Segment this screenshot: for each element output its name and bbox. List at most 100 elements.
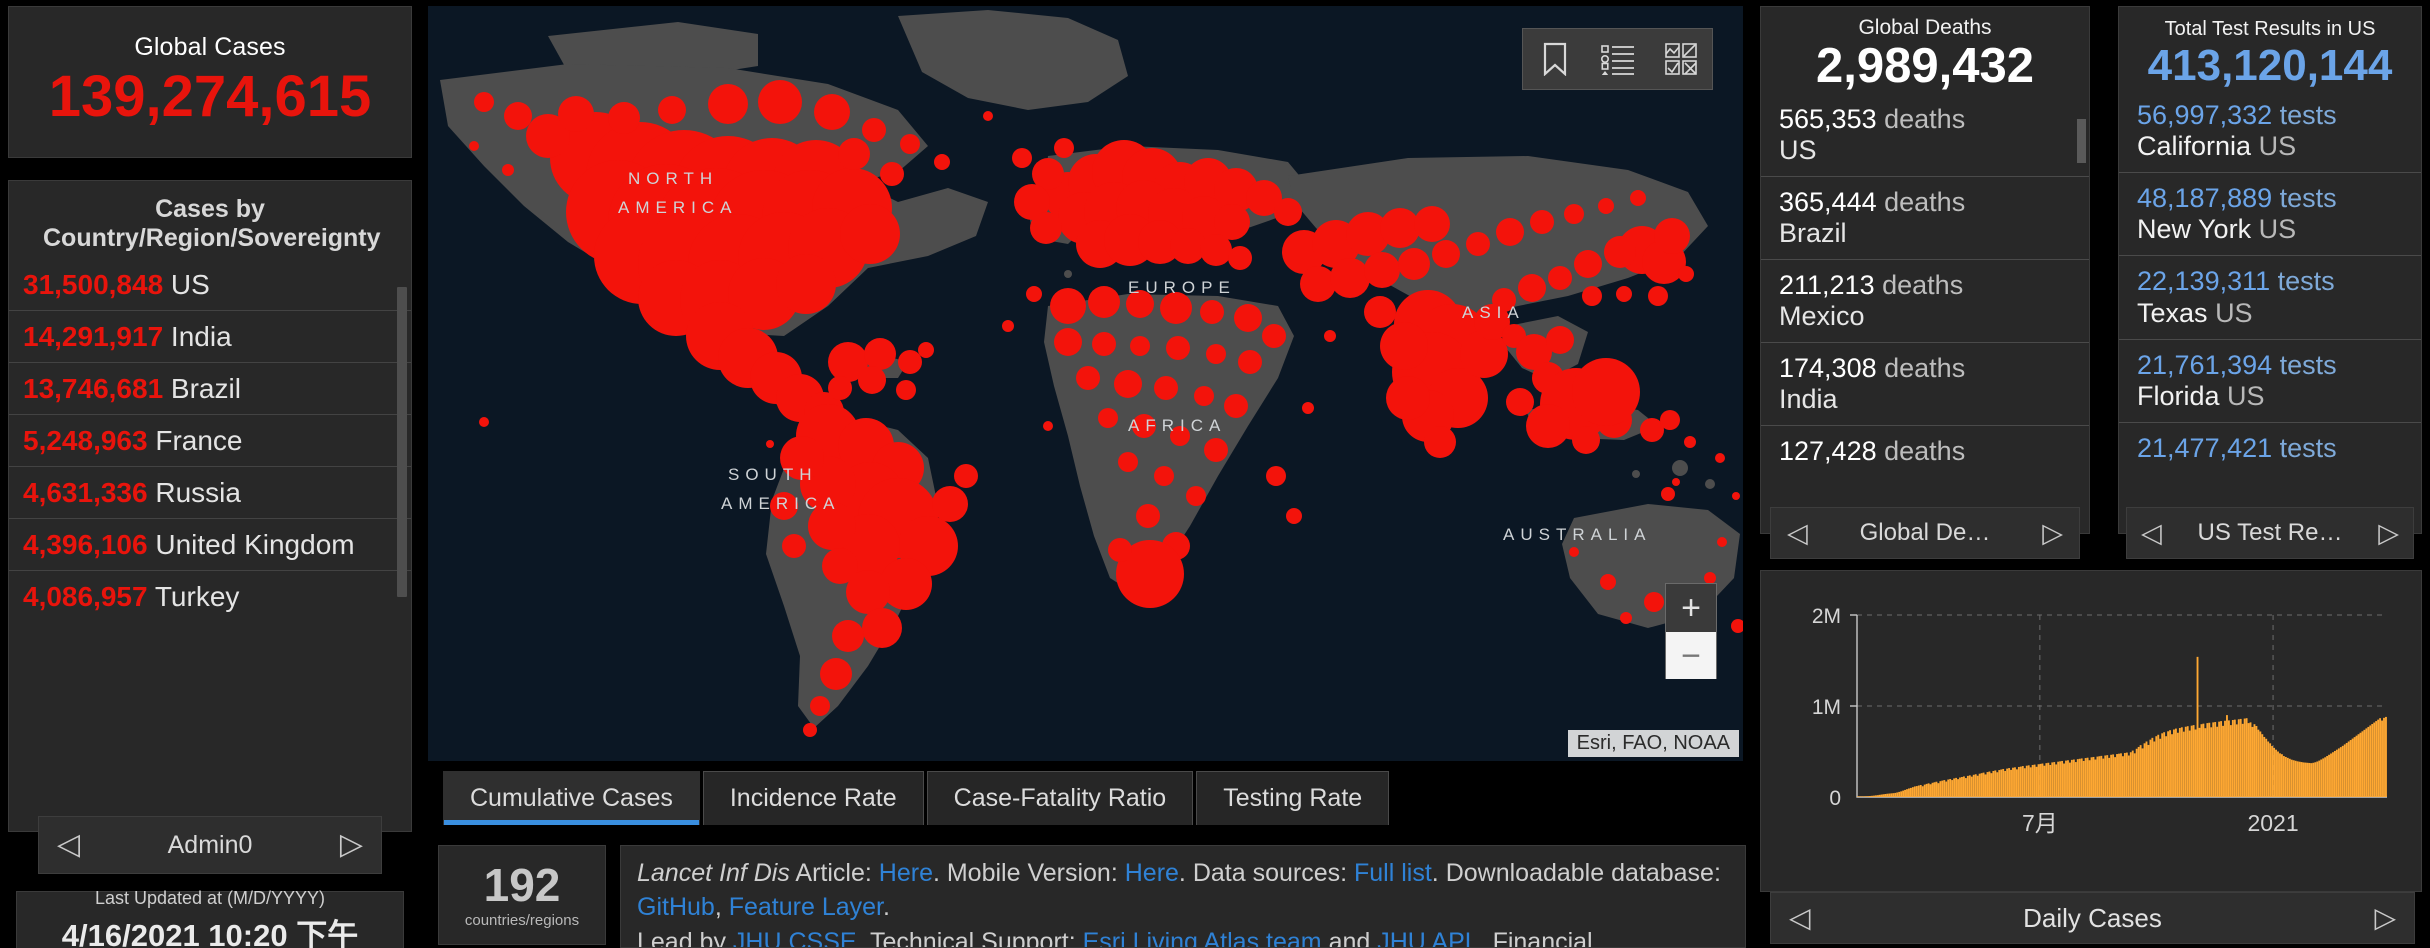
tests-list-item[interactable]: 21,761,394 tests Florida US (2119, 338, 2421, 422)
map-canvas[interactable]: NORTH AMERICA SOUTH AMERICA EUROPE AFRICA ASIA… (428, 6, 1743, 761)
global-cases-value: 139,274,615 (48, 64, 372, 130)
country-name: India (163, 320, 232, 352)
country-list-item[interactable]: 4,631,336 Russia (9, 465, 411, 518)
tab-case-fatality-ratio[interactable]: Case-Fatality Ratio (926, 771, 1194, 825)
deaths-value-line: 565,353 deaths (1779, 103, 1966, 134)
us-tests-card: Total Test Results in US 413,120,144 56,… (2118, 6, 2422, 534)
link-here-mobile[interactable]: Here (1125, 859, 1179, 887)
last-updated-value: 4/16/2021 10:20 下午 (61, 917, 359, 948)
chevron-left-icon[interactable]: ◁ (1789, 904, 1811, 932)
tests-value-line: 48,187,889 tests (2137, 183, 2337, 214)
deaths-list-item[interactable]: 174,308 deaths India (1761, 342, 2089, 425)
deaths-list-item[interactable]: 127,428 deaths (1761, 425, 2089, 477)
link-jhu-apl[interactable]: JHU APL (1377, 928, 1478, 948)
about-line-3: Lead by JHU CSSE. Technical Support: Esr… (637, 925, 1729, 948)
map-continent-label: AMERICA (618, 198, 737, 217)
country-list-item[interactable]: 5,248,963 France (9, 413, 411, 466)
link-full-list[interactable]: Full list (1354, 859, 1432, 887)
country-case-value: 5,248,963 (23, 424, 148, 456)
tests-value-line: 56,997,332 tests (2137, 100, 2337, 131)
tests-value-line: 21,477,421 tests (2137, 432, 2337, 463)
map-tabs[interactable]: Cumulative Cases Incidence Rate Case-Fatal… (443, 765, 1392, 825)
map-zoom-controls[interactable]: + − (1665, 583, 1717, 679)
about-t4: . Downloadable database: (1431, 859, 1721, 887)
map-continent-label: AFRICA (1128, 416, 1226, 435)
about-t5: , (714, 893, 729, 922)
chevron-right-icon[interactable]: ▷ (2378, 519, 2399, 547)
countries-count-label: countries/regions (464, 911, 580, 929)
deaths-value-line: 127,428 deaths (1779, 436, 1966, 467)
lancet-journal-name: Lancet Inf Dis (637, 859, 790, 887)
country-list-item[interactable]: 14,291,917 India (9, 309, 411, 362)
map-continent-label: EUROPE (1128, 278, 1236, 297)
deaths-list-scrollbar[interactable] (2077, 119, 2086, 163)
bookmark-icon[interactable] (1523, 29, 1586, 89)
map-toolbar[interactable] (1522, 28, 1713, 90)
admin0-nav-bar[interactable]: ◁ Admin0 ▷ (38, 816, 382, 874)
country-case-value: 31,500,848 (23, 268, 164, 300)
deaths-list-item[interactable]: 365,444 deaths Brazil (1761, 175, 2089, 259)
global-deaths-value: 2,989,432 (1816, 39, 2034, 93)
country-case-value: 13,746,681 (23, 372, 164, 404)
tab-cumulative-cases[interactable]: Cumulative Cases (443, 771, 700, 825)
global-deaths-nav-label: Global De… (1859, 519, 1991, 546)
chevron-right-icon[interactable]: ▷ (2374, 904, 2396, 932)
deaths-list-item[interactable]: 565,353 deaths US (1761, 94, 2089, 176)
country-list-item[interactable]: 4,086,957 Turkey (9, 569, 411, 622)
link-esri-living-atlas[interactable]: Esri Living Atlas team (1083, 928, 1322, 948)
tests-list[interactable]: 56,997,332 tests California US 48,187,889 … (2119, 90, 2421, 473)
link-feature-layer[interactable]: Feature Layer (729, 893, 883, 921)
countries-count-value: 192 (483, 858, 561, 911)
tests-region-line: California US (2137, 131, 2297, 162)
global-deaths-nav-bar[interactable]: ◁ Global De… ▷ (1770, 507, 2080, 559)
world-map[interactable]: NORTH AMERICA SOUTH AMERICA EUROPE AFRICA ASIA… (428, 6, 1743, 761)
country-list[interactable]: 31,500,848 US 14,291,917 India 13,746,681 … (9, 259, 411, 622)
tests-region-line: Florida US (2137, 380, 2265, 411)
about-t10: . Financial (1478, 927, 1593, 948)
about-t7: Lead by (637, 927, 733, 948)
daily-cases-nav-bar[interactable]: ◁ Daily Cases ▷ (1770, 892, 2415, 944)
map-continent-label: AMERICA (721, 494, 840, 513)
chevron-right-icon[interactable]: ▷ (340, 830, 363, 860)
country-list-item[interactable]: 13,746,681 Brazil (9, 361, 411, 414)
about-t9: and (1321, 927, 1378, 948)
daily-cases-label: Daily Cases (2023, 902, 2162, 933)
tab-testing-rate[interactable]: Testing Rate (1196, 771, 1390, 825)
country-name: Brazil (163, 372, 241, 404)
country-list-scrollbar[interactable] (397, 287, 407, 597)
tests-list-item[interactable]: 56,997,332 tests California US (2119, 90, 2421, 172)
chevron-left-icon[interactable]: ◁ (1787, 519, 1808, 547)
country-name: United Kingdom (147, 528, 355, 560)
left-column: Global Cases 139,274,615 Cases by Countr… (8, 6, 412, 948)
country-list-item[interactable]: 4,396,106 United Kingdom (9, 517, 411, 570)
tests-list-item[interactable]: 48,187,889 tests New York US (2119, 172, 2421, 255)
country-list-item[interactable]: 31,500,848 US (9, 259, 411, 310)
about-panel: Lancet Inf Dis Article: Here. Mobile Ver… (620, 845, 1746, 948)
tests-list-item[interactable]: 22,139,311 tests Texas US (2119, 255, 2421, 338)
cases-by-country-card: Cases by Country/Region/Sovereignty 31,5… (8, 180, 412, 832)
basemap-gallery-icon[interactable] (1649, 29, 1712, 89)
deaths-list-item[interactable]: 211,213 deaths Mexico (1761, 259, 2089, 342)
chevron-left-icon[interactable]: ◁ (57, 830, 80, 860)
chevron-left-icon[interactable]: ◁ (2141, 519, 2162, 547)
zoom-in-button[interactable]: + (1666, 584, 1716, 632)
tests-region-line: New York US (2137, 214, 2297, 245)
chevron-right-icon[interactable]: ▷ (2042, 519, 2063, 547)
country-name: US (163, 268, 210, 300)
link-jhu-csse[interactable]: JHU CSSE (733, 928, 857, 948)
daily-cases-chart-card: 0 1M 2M 7月 2021 (1760, 570, 2422, 892)
country-case-value: 4,396,106 (23, 528, 148, 560)
zoom-out-button[interactable]: − (1666, 632, 1716, 679)
legend-icon[interactable] (1586, 29, 1649, 89)
link-github[interactable]: GitHub (637, 893, 715, 921)
us-tests-nav-bar[interactable]: ◁ US Test Re… ▷ (2126, 507, 2414, 559)
tests-list-item[interactable]: 21,477,421 tests (2119, 421, 2421, 474)
deaths-list[interactable]: 565,353 deaths US 365,444 deaths Brazil 211,… (1761, 94, 2089, 477)
tab-incidence-rate[interactable]: Incidence Rate (702, 771, 924, 825)
country-case-value: 4,631,336 (23, 476, 148, 508)
deaths-value-line: 365,444 deaths (1779, 186, 1966, 217)
chart-y-tick-label: 2M (1812, 605, 1841, 628)
link-here-article[interactable]: Here (879, 859, 933, 887)
global-cases-card: Global Cases 139,274,615 (8, 6, 412, 158)
tests-value-line: 21,761,394 tests (2137, 349, 2337, 380)
